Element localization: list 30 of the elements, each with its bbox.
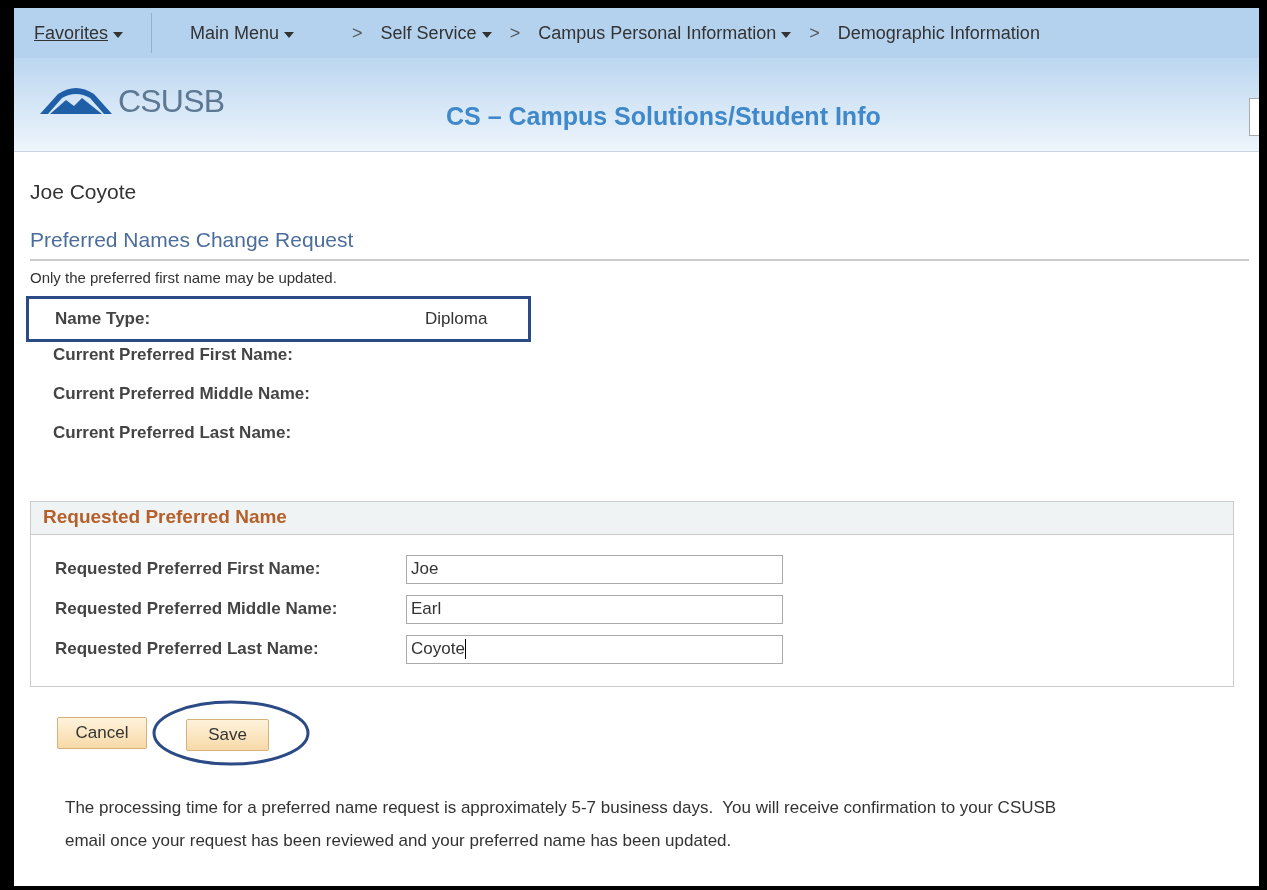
separator: > [352, 21, 363, 45]
breadcrumb-link[interactable]: Campus Personal Information [538, 19, 792, 47]
note-text: email once your request has been reviewed and your preferred name has been updated. [65, 830, 733, 852]
input-field[interactable]: Joe [406, 554, 783, 584]
input-field[interactable]: Earl [406, 594, 783, 624]
field-label: Current Preferred First Name: [53, 344, 294, 367]
favorites-menu[interactable]: Favorites [34, 13, 153, 53]
input-field[interactable]: Coyote [406, 634, 783, 664]
logo-text: CSUSB [118, 81, 225, 121]
field-value: Diploma [425, 307, 488, 330]
field-label: Requested Preferred Last Name: [55, 638, 320, 661]
note-text: The processing time for a preferred name request is approximately 5-7 business days. You will receive confirmation to your CSUSB [65, 796, 1058, 819]
field-label: Requested Preferred Middle Name: [55, 598, 339, 621]
page-title: Preferred Names Change Request [30, 223, 1249, 261]
separator: > [509, 21, 521, 45]
group-title: Requested Preferred Name [43, 505, 287, 530]
breadcrumb-link[interactable]: Demographic Information [837, 19, 1040, 47]
action-button[interactable]: Cancel [57, 716, 147, 749]
action-button[interactable]: Save [186, 718, 269, 751]
breadcrumb-link[interactable]: Self Service [380, 19, 492, 47]
breadcrumb-link[interactable]: Main Menu [190, 19, 295, 47]
field-label: Current Preferred Last Name: [53, 422, 293, 445]
field-label: Requested Preferred First Name: [55, 558, 322, 581]
instruction-text: Only the preferred first name may be updated. [30, 268, 338, 288]
field-label: Name Type: [55, 307, 152, 330]
page-header-title: CS – Campus Solutions/Student Info [446, 101, 881, 132]
mountain-logo-icon [38, 87, 114, 114]
separator: > [809, 21, 820, 45]
field-label: Current Preferred Middle Name: [53, 383, 311, 406]
person-name: Joe Coyote [30, 179, 138, 205]
